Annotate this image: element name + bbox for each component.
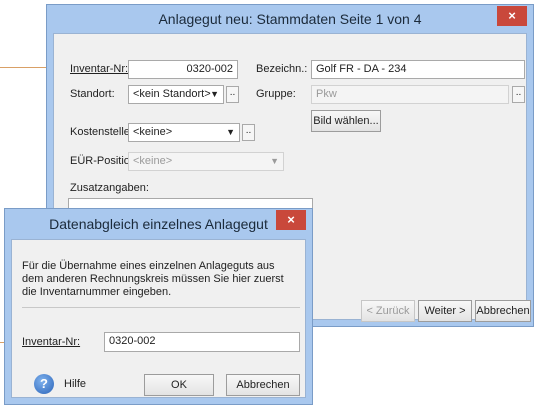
standort-lookup-button[interactable]: .. [226,86,239,103]
kostenstelle-label: Kostenstelle: [70,126,133,138]
dialog-abbrechen-button[interactable]: Abbrechen [226,374,300,396]
standort-label: Standort: [70,88,115,100]
standort-value: <kein Standort> [133,88,211,100]
abbrechen-button[interactable]: Abbrechen [475,300,531,322]
dialog-body: Für die Übernahme eines einzelnen Anlage… [11,239,306,398]
gruppe-lookup-button[interactable]: .. [512,86,525,103]
dialog-title: Datenabgleich einzelnes Anlagegut [49,216,268,232]
eur-position-select: <keine> ▼ [128,152,284,171]
bezeichnung-input[interactable]: Golf FR - DA - 234 [311,60,525,79]
help-icon[interactable]: ? [34,374,54,394]
kostenstelle-select[interactable]: <keine> ▼ [128,123,240,142]
chevron-down-icon: ▼ [226,127,235,137]
bild-waehlen-button[interactable]: Bild wählen... [311,110,381,132]
inventar-nr-label: Inventar-Nr: [70,63,129,75]
chevron-down-icon: ▼ [210,89,219,99]
dialog-divider [22,307,300,308]
close-icon[interactable]: × [497,6,527,26]
dialog-message: Für die Übernahme eines einzelnen Anlage… [22,260,284,298]
main-window-title: Anlagegut neu: Stammdaten Seite 1 von 4 [158,11,422,27]
ok-button[interactable]: OK [144,374,214,396]
inventar-nr-input[interactable]: 0320-002 [128,60,238,79]
weiter-button[interactable]: Weiter > [418,300,472,322]
bezeichnung-label: Bezeichn.: [256,63,308,75]
zurueck-button: < Zurück [361,300,415,322]
hilfe-label[interactable]: Hilfe [64,378,86,390]
eur-position-value: <keine> [133,155,173,167]
dialog-inventar-nr-input[interactable]: 0320-002 [104,332,300,352]
dialog-inventar-nr-label: Inventar-Nr: [22,336,81,348]
gruppe-input: Pkw [311,85,509,104]
standort-select[interactable]: <kein Standort> ▼ [128,85,224,104]
datenabgleich-dialog: Datenabgleich einzelnes Anlagegut × Für … [4,208,313,405]
chevron-down-icon: ▼ [270,156,279,166]
kostenstelle-value: <keine> [133,126,173,138]
kostenstelle-lookup-button[interactable]: .. [242,124,255,141]
close-icon[interactable]: × [276,210,306,230]
gruppe-label: Gruppe: [256,88,296,100]
zusatzangaben-label: Zusatzangaben: [70,182,149,194]
